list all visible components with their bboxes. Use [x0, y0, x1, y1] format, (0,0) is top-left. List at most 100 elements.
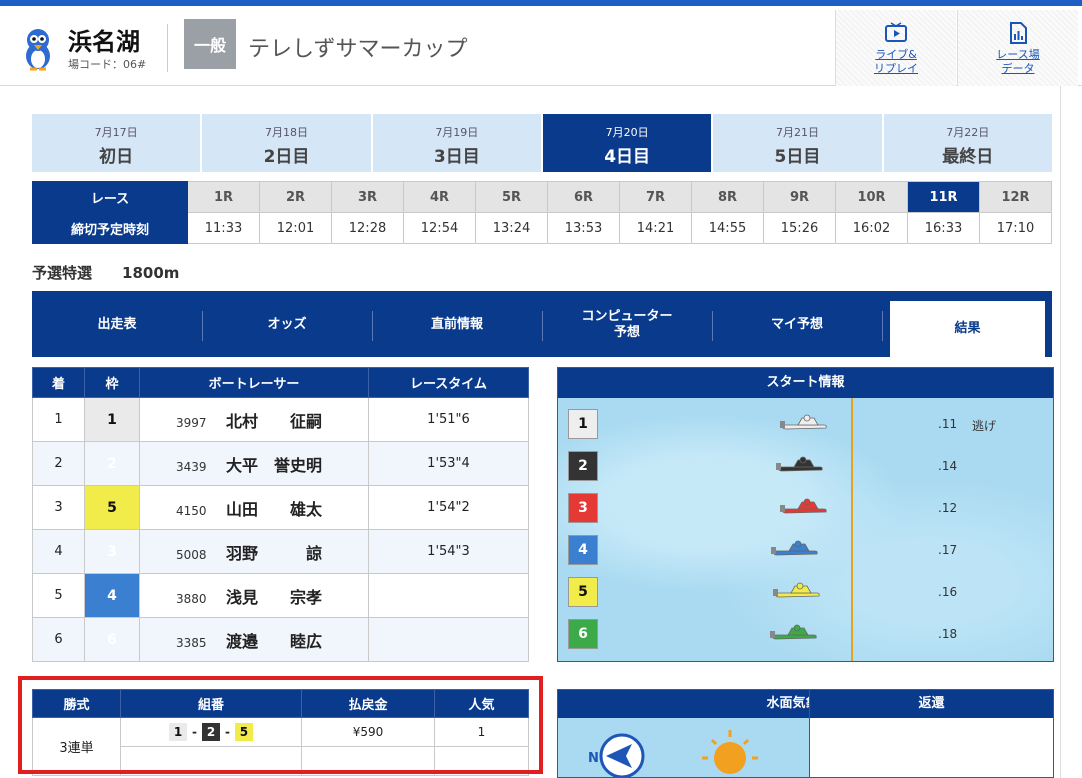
table-row: 3 5 4150 山田 雄太 1'54"2 [32, 485, 529, 530]
racer-name[interactable]: 羽野 諒 [226, 544, 322, 563]
deadline-time: 14:21 [619, 212, 692, 244]
deadline-time: 13:53 [547, 212, 620, 244]
tv-play-icon [885, 22, 907, 42]
start-info-title: スタート情報 [558, 368, 1053, 398]
tab-my-prediction[interactable]: マイ予想 [712, 309, 882, 341]
highlight-box [18, 676, 543, 774]
race-tab-7[interactable]: 7R [619, 181, 692, 213]
waku-badge: 1 [84, 397, 140, 442]
start-timing: .18 [938, 627, 958, 641]
venue-code: 場コード：06# [68, 58, 147, 71]
start-water-area: 1 .11 逃げ 2 .14 3 .12 4 .17 5 .16 6 .18 [558, 398, 1053, 661]
col-racer: ボートレーサー [139, 367, 369, 398]
start-waku-badge: 3 [568, 493, 598, 523]
waku-badge: 6 [84, 617, 140, 662]
header-divider [167, 24, 168, 72]
start-waku-badge: 4 [568, 535, 598, 565]
race-subinfo: 予選特選 1800m [32, 262, 179, 283]
day-date: 7月21日 [775, 126, 819, 139]
start-info-panel: スタート情報 1 .11 逃げ 2 .14 3 .12 4 .17 5 .16 6 .18 [557, 367, 1054, 662]
race-time: 1'51"6 [368, 397, 529, 442]
results-table: 着 枠 ボートレーサー レースタイム 1 1 3997 北村 征嗣 1'51"6 … [32, 367, 529, 662]
race-tab-8[interactable]: 8R [691, 181, 764, 213]
day-tab-4[interactable]: 7月20日 4日目 [542, 114, 714, 172]
tab-odds[interactable]: オッズ [202, 309, 372, 341]
racer-reg-no: 3880 [176, 591, 207, 606]
data-chart-icon [1010, 22, 1027, 44]
waku-badge: 4 [84, 573, 140, 618]
deadline-time: 14:55 [691, 212, 764, 244]
start-timing: .11 [938, 417, 958, 431]
day-name: 3日目 [433, 147, 480, 167]
race-tab-6[interactable]: 6R [547, 181, 620, 213]
race-tab-11[interactable]: 11R [907, 181, 980, 213]
day-date: 7月20日 [605, 126, 649, 139]
live-replay-button[interactable]: ライブ& リプレイ [835, 10, 956, 86]
table-row: 6 6 3385 渡邉 睦広 [32, 617, 529, 662]
day-name: 5日目 [774, 147, 821, 167]
day-date: 7月18日 [264, 126, 308, 139]
place: 5 [32, 573, 85, 618]
start-waku-badge: 1 [568, 409, 598, 439]
race-time: 1'54"2 [368, 485, 529, 530]
boat-icon [780, 414, 827, 430]
table-row: 5 4 3880 浅見 宗孝 [32, 573, 529, 618]
start-timing: .14 [938, 459, 958, 473]
deadline-time: 16:02 [835, 212, 908, 244]
deadline-time: 15:26 [763, 212, 836, 244]
tab-results[interactable]: 結果 [890, 301, 1045, 357]
page-header: 浜名湖 場コード：06# 一般 テレしずサマーカップ ライブ& リプレイ レース… [0, 6, 1082, 86]
racer-name[interactable]: 山田 雄太 [226, 500, 322, 519]
day-tab-5[interactable]: 7月21日 5日目 [713, 114, 884, 172]
col-waku: 枠 [84, 367, 140, 398]
venue-data-label[interactable]: レース場 データ [958, 48, 1078, 76]
race-label: レース [32, 181, 188, 213]
racer-name[interactable]: 北村 征嗣 [226, 412, 322, 431]
race-time [368, 573, 529, 618]
place: 2 [32, 441, 85, 486]
race-tab-5[interactable]: 5R [475, 181, 548, 213]
racer-reg-no: 5008 [176, 547, 207, 562]
racer-name[interactable]: 浅見 宗孝 [226, 588, 322, 607]
table-row: 2 2 3439 大平 誉史明 1'53"4 [32, 441, 529, 486]
race-tab-10[interactable]: 10R [835, 181, 908, 213]
race-tab-12[interactable]: 12R [979, 181, 1052, 213]
mascot-bird-icon [26, 29, 50, 71]
venue-data-button[interactable]: レース場 データ [957, 10, 1078, 86]
tab-computer-prediction[interactable]: コンピューター 予想 [542, 309, 712, 341]
racer-cell: 3880 浅見 宗孝 [139, 573, 369, 618]
deadline-time: 17:10 [979, 212, 1052, 244]
refund-panel: 返還 [809, 689, 1054, 778]
live-replay-label[interactable]: ライブ& リプレイ [836, 48, 956, 76]
tab-entry-list[interactable]: 出走表 [32, 309, 202, 341]
race-tab-1[interactable]: 1R [187, 181, 260, 213]
racer-cell: 5008 羽野 諒 [139, 529, 369, 574]
race-time: 1'53"4 [368, 441, 529, 486]
table-row: 1 1 3997 北村 征嗣 1'51"6 [32, 397, 529, 442]
race-tab-3[interactable]: 3R [331, 181, 404, 213]
wind-direction-icon: N [588, 733, 645, 777]
start-timing: .12 [938, 501, 958, 515]
day-tab-2[interactable]: 7月18日 2日目 [202, 114, 373, 172]
day-tab-6[interactable]: 7月22日 最終日 [883, 114, 1052, 172]
racer-cell: 3439 大平 誉史明 [139, 441, 369, 486]
page-right-border [1060, 86, 1061, 778]
race-type: 予選特選 [32, 264, 93, 282]
tab-pre-race-info[interactable]: 直前情報 [372, 309, 542, 341]
boat-icon [773, 582, 820, 598]
waku-badge: 2 [84, 441, 140, 486]
venue-name: 浜名湖 [68, 28, 140, 56]
race-tab-9[interactable]: 9R [763, 181, 836, 213]
race-tab-4[interactable]: 4R [403, 181, 476, 213]
day-date: 7月22日 [946, 126, 990, 139]
race-tab-2[interactable]: 2R [259, 181, 332, 213]
racer-name[interactable]: 大平 誉史明 [226, 456, 322, 475]
col-place: 着 [32, 367, 85, 398]
boat-icon [776, 456, 823, 472]
racer-reg-no: 3997 [176, 415, 207, 430]
racer-reg-no: 4150 [176, 503, 207, 518]
day-tab-3[interactable]: 7月19日 3日目 [372, 114, 543, 172]
deadline-time: 12:28 [331, 212, 404, 244]
day-tab-1[interactable]: 7月17日 初日 [32, 114, 203, 172]
racer-name[interactable]: 渡邉 睦広 [226, 632, 322, 651]
